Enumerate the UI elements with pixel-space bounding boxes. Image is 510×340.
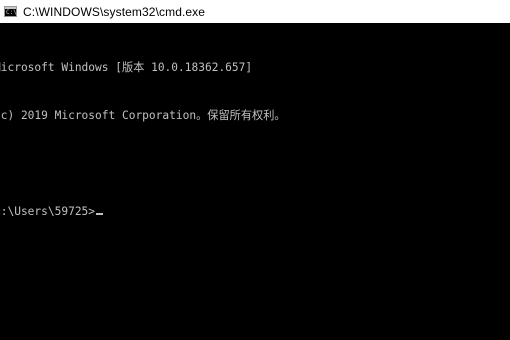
console-prompt: C:\Users\59725> bbox=[0, 205, 96, 218]
title-bar[interactable]: C:\ C:\WINDOWS\system32\cmd.exe bbox=[0, 0, 510, 23]
console-line-copyright: (c) 2019 Microsoft Corporation。保留所有权利。 bbox=[0, 109, 286, 122]
console-line-version: Microsoft Windows [版本 10.0.18362.657] bbox=[0, 61, 253, 74]
text-cursor bbox=[96, 213, 104, 215]
console-output: Microsoft Windows [版本 10.0.18362.657] (c… bbox=[0, 28, 286, 252]
console-prompt-line[interactable]: C:\Users\59725> bbox=[0, 204, 286, 220]
cmd-icon[interactable]: C:\ bbox=[4, 6, 17, 17]
window-title: C:\WINDOWS\system32\cmd.exe bbox=[23, 4, 206, 19]
console-line-blank bbox=[0, 156, 286, 172]
console-area[interactable]: Microsoft Windows [版本 10.0.18362.657] (c… bbox=[0, 23, 510, 340]
cmd-window: C:\ C:\WINDOWS\system32\cmd.exe Microsof… bbox=[0, 0, 510, 340]
cmd-icon-glyph: C:\ bbox=[6, 9, 17, 16]
